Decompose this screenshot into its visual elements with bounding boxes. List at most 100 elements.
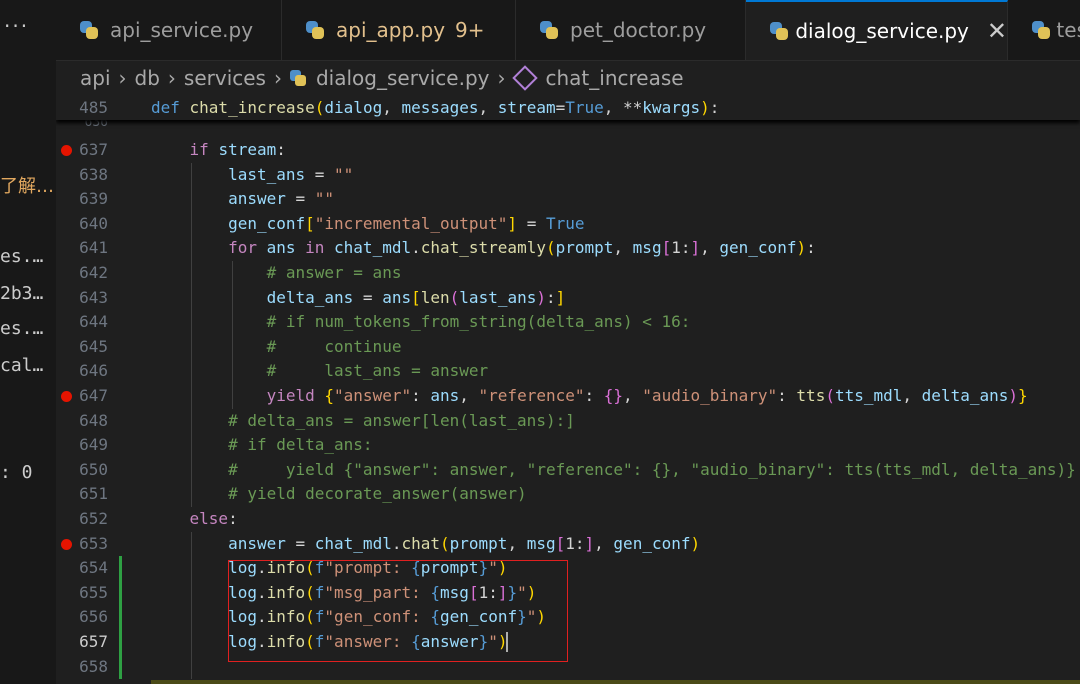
- explorer-item-text[interactable]: cal…: [0, 355, 43, 376]
- breadcrumb-item[interactable]: services: [184, 66, 266, 90]
- line-number: 645: [79, 336, 108, 356]
- code-token: dialog: [324, 98, 383, 117]
- python-file-icon: [80, 21, 98, 39]
- code-token: gen_conf: [228, 213, 306, 233]
- code-token: ]: [690, 238, 701, 258]
- code-token: prompt: [555, 238, 614, 258]
- breadcrumb-item[interactable]: chat_increase: [546, 66, 684, 90]
- explorer-item-text[interactable]: 2b3…: [0, 283, 43, 304]
- code-token: ): [1008, 386, 1019, 405]
- code-text: for ans in chat_mdl.chat_streamly(prompt…: [151, 236, 816, 261]
- chevron-right-icon: ›: [497, 66, 506, 90]
- tab-label: pet_doctor.py: [570, 18, 707, 42]
- code-token: ans: [266, 238, 296, 258]
- tab-tes[interactable]: tes: [1008, 0, 1080, 60]
- tab-api-service-py[interactable]: api_service.py: [56, 0, 282, 60]
- code-line: 645 # continue: [56, 335, 1080, 360]
- chevron-right-icon: ›: [273, 66, 282, 90]
- code-token: ,: [507, 533, 527, 553]
- python-file-icon: [306, 21, 324, 39]
- code-line: 641 for ans in chat_mdl.chat_streamly(pr…: [56, 236, 1080, 261]
- more-actions-icon[interactable]: ···: [4, 14, 29, 38]
- breadcrumb-item[interactable]: api: [80, 66, 111, 90]
- code-token: =: [517, 213, 546, 233]
- code-token: # delta_ans = answer[len(last_ans):]: [228, 410, 575, 430]
- code-token: ): [690, 533, 701, 553]
- chevron-right-icon: ›: [167, 66, 176, 90]
- tab-dialog-service-py[interactable]: dialog_service.py ✕: [746, 0, 1008, 60]
- code-token: :: [276, 140, 286, 159]
- code-token: ]: [584, 533, 595, 553]
- code-token: answer: [228, 533, 286, 553]
- code-line: 638 last_ans = "": [56, 163, 1080, 188]
- code-line: 657 log.info(f"answer: {answer}"): [56, 630, 1080, 655]
- tab-api-app-py[interactable]: api_app.py 9+: [282, 0, 516, 60]
- code-text: if stream:: [151, 138, 286, 163]
- code-token: True: [545, 213, 585, 233]
- code-line: 646 # last_ans = answer: [56, 359, 1080, 384]
- close-icon[interactable]: ✕: [987, 17, 1007, 45]
- code-token: ,: [594, 533, 614, 553]
- line-number: 638: [79, 164, 108, 184]
- line-number: 642: [79, 263, 108, 282]
- explorer-item-text[interactable]: es.…: [0, 246, 43, 267]
- sticky-line-number: 485: [79, 98, 108, 117]
- explorer-item-text[interactable]: es.…: [0, 318, 43, 339]
- code-text: delta_ans = ans[len(last_ans):]: [151, 286, 566, 311]
- line-number: 646: [79, 361, 108, 381]
- code-token: ans: [430, 386, 460, 405]
- line-number: 644: [79, 312, 108, 332]
- code-token: =: [285, 533, 315, 553]
- code-token: chat_mdl: [314, 533, 392, 553]
- sticky-scroll-header[interactable]: 485 def chat_increase(dialog, messages, …: [56, 96, 1080, 120]
- line-number: 656: [79, 607, 108, 627]
- code-token: delta_ans: [266, 287, 354, 307]
- code-token: if: [189, 140, 219, 159]
- line-number: 648: [79, 410, 108, 430]
- current-line-decoration: [151, 680, 1080, 684]
- code-token: # last_ans = answer: [266, 361, 489, 381]
- indent-guide: [191, 531, 193, 680]
- explorer-item-text[interactable]: : 0: [0, 462, 33, 483]
- breadcrumb-item[interactable]: db: [135, 66, 160, 90]
- code-text: # answer = ans: [151, 261, 402, 286]
- code-text: else:: [151, 507, 238, 532]
- code-token: len: [420, 287, 450, 307]
- line-number: 640: [79, 213, 108, 233]
- code-token: msg: [632, 238, 662, 258]
- code-token: }: [1018, 386, 1028, 405]
- code-token: =: [305, 164, 335, 184]
- code-token: (: [545, 238, 556, 258]
- python-file-icon: [770, 22, 789, 40]
- code-text: yield {"answer": ans, "reference": {}, "…: [151, 384, 1028, 409]
- code-editor[interactable]: 485 def chat_increase(dialog, messages, …: [56, 96, 1080, 684]
- code-token: (: [825, 386, 835, 405]
- code-token: chat_mdl: [334, 238, 412, 258]
- tab-pet-doctor-py[interactable]: pet_doctor.py: [516, 0, 746, 60]
- code-token: "answer": [334, 386, 412, 405]
- code-text: # yield decorate_answer(answer): [151, 482, 527, 507]
- left-panel: ··· 了解… es.… 2b3… es.… cal… : 0: [0, 0, 56, 684]
- explorer-item-text[interactable]: 了解…: [0, 172, 54, 198]
- code-token: chat_streamly: [420, 238, 546, 258]
- line-number: 639: [79, 189, 108, 209]
- code-line: 658: [56, 655, 1080, 680]
- code-token: .: [411, 238, 421, 258]
- code-line: 655 log.info(f"msg_part: {msg[1:]}"): [56, 581, 1080, 606]
- code-token: # if num_tokens_from_string(delta_ans) <…: [266, 312, 691, 332]
- line-number: 651: [79, 484, 108, 504]
- code-token: =: [353, 287, 383, 307]
- line-number: 650: [79, 459, 108, 479]
- code-line: 651 # yield decorate_answer(answer): [56, 482, 1080, 507]
- breadcrumb-item[interactable]: dialog_service.py: [316, 66, 490, 90]
- code-token: [: [555, 533, 566, 553]
- git-modified-indicator: [119, 556, 122, 680]
- code-token: [: [411, 287, 421, 307]
